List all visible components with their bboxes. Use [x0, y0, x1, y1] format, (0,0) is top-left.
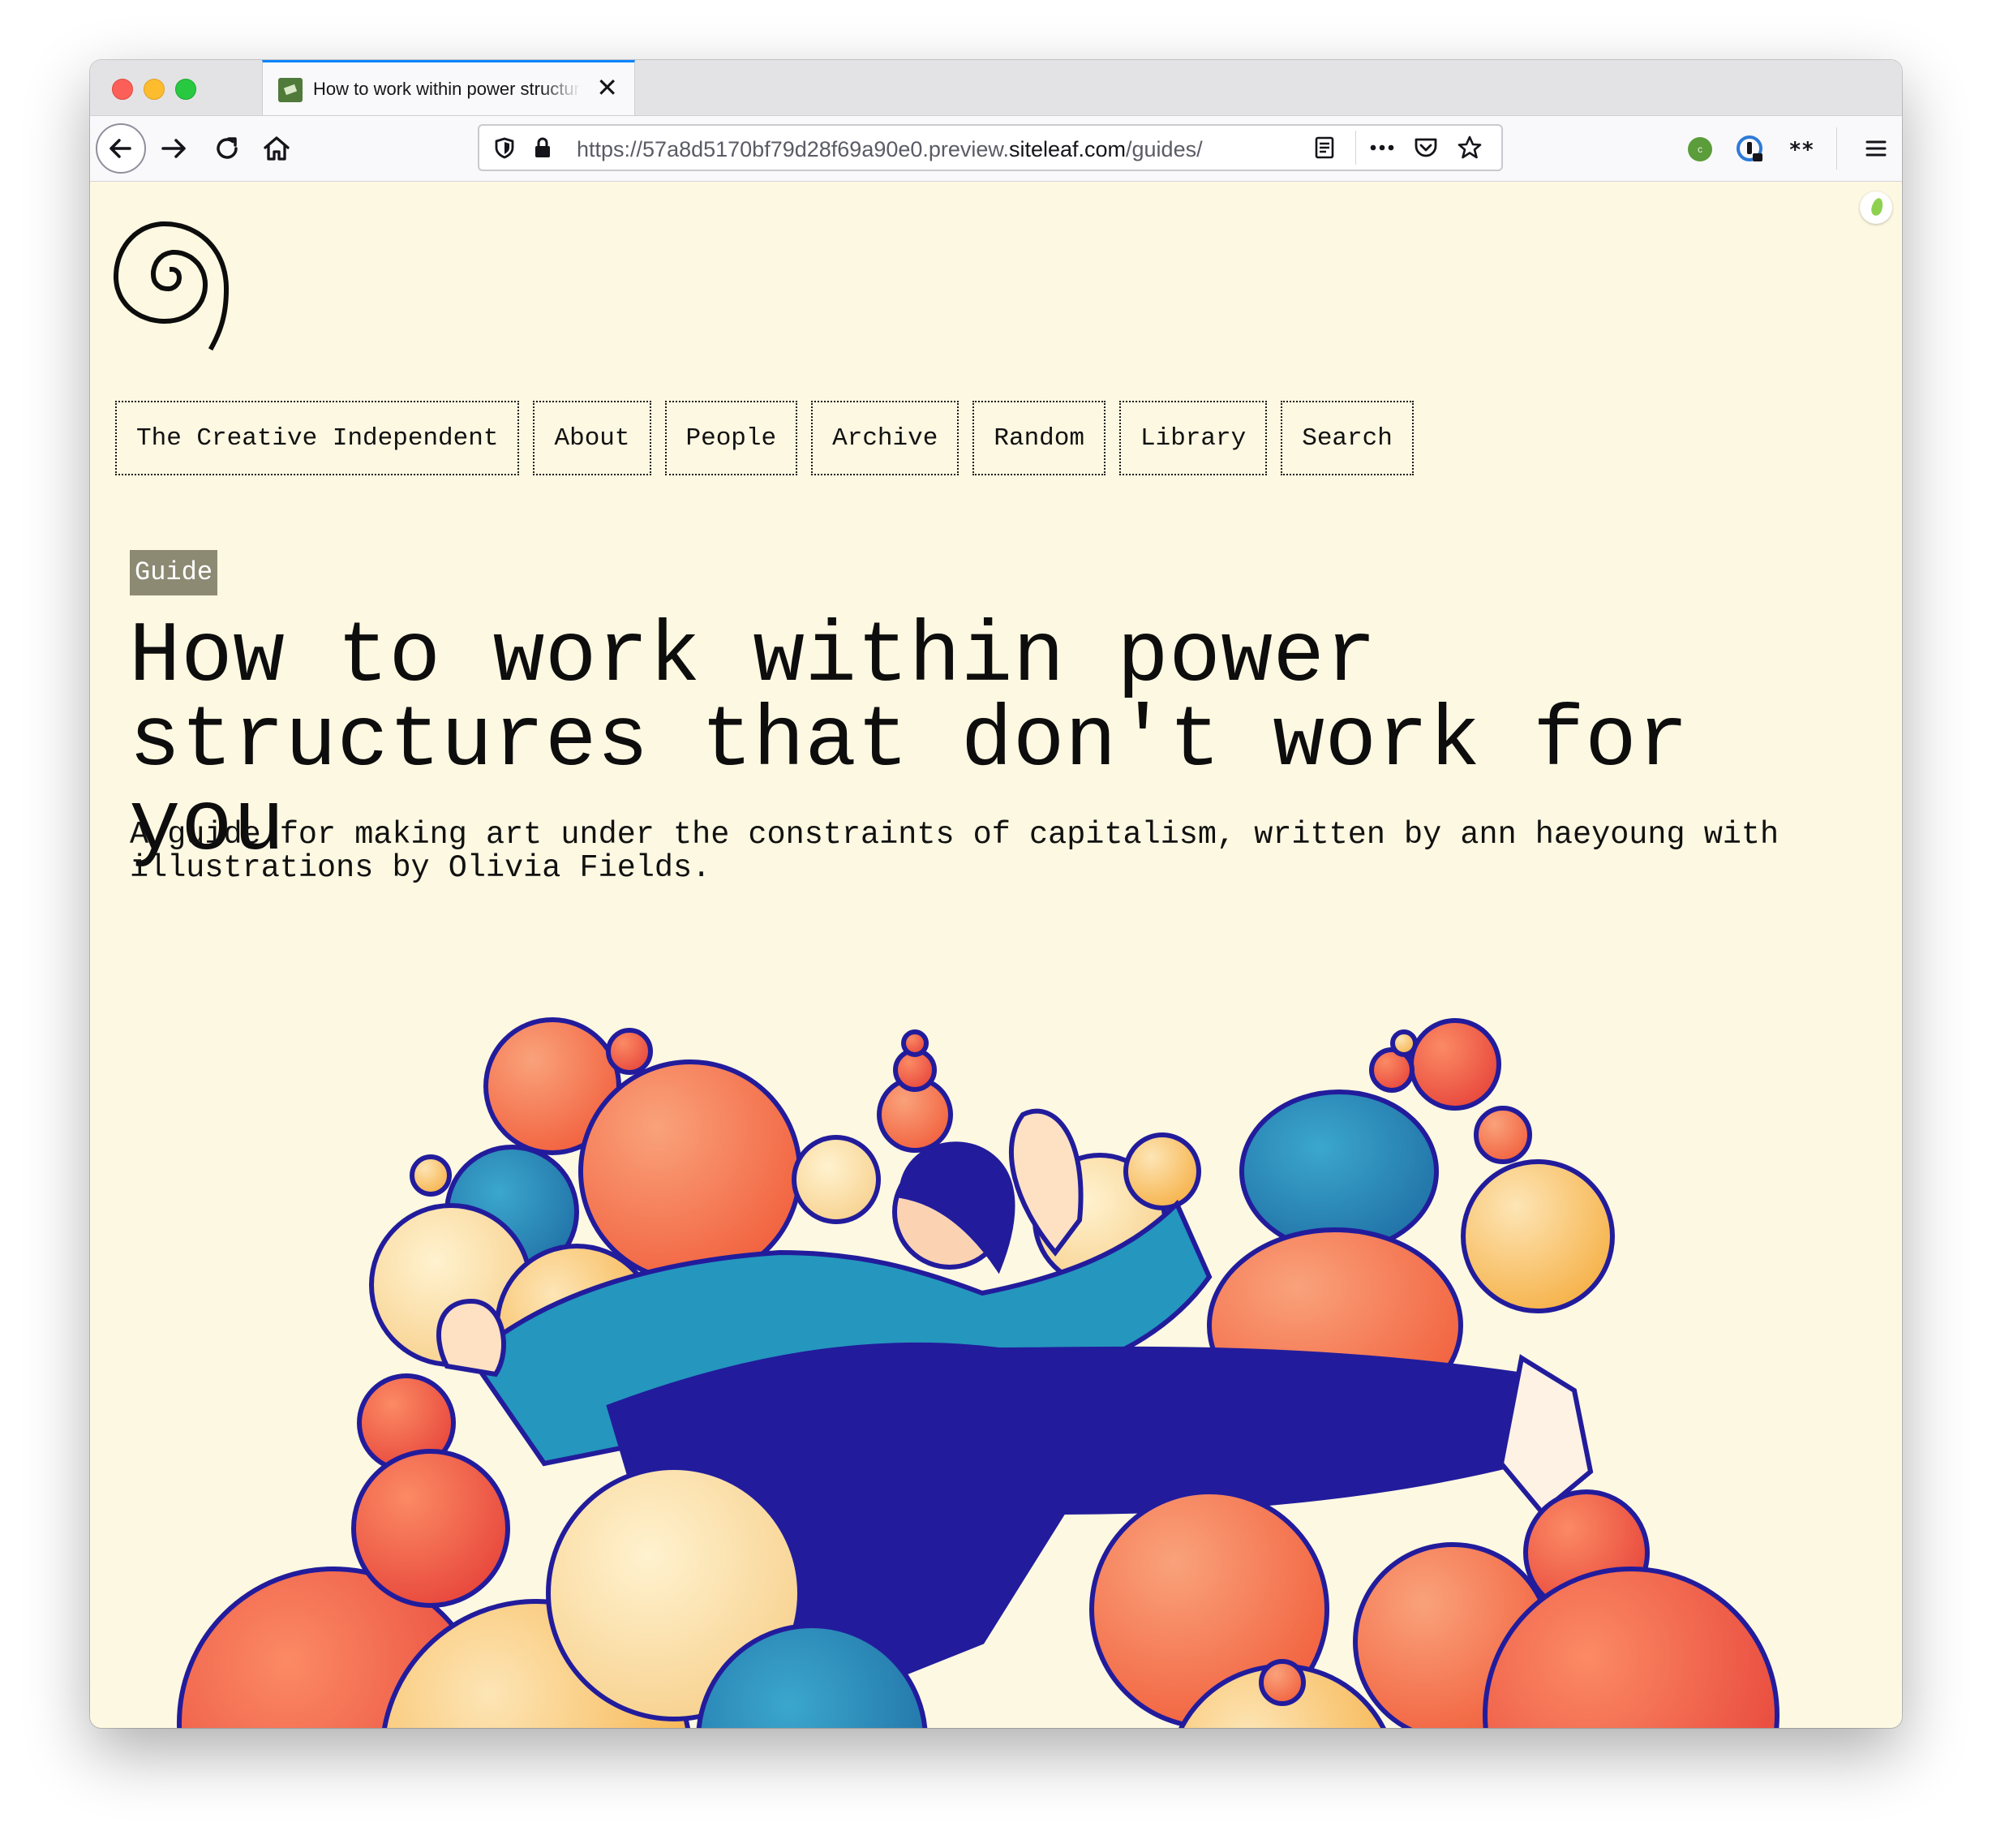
hero-illustration: [177, 1017, 1779, 1728]
back-arrow-icon: [109, 139, 131, 158]
url-bar-separator: [1355, 131, 1356, 165]
reader-view-icon[interactable]: [1312, 135, 1337, 161]
tab-strip: How to work within power structures that…: [90, 60, 1902, 116]
hamburger-menu-icon[interactable]: [1861, 134, 1891, 163]
site-navigation: The Creative Independent About People Ar…: [115, 401, 1414, 475]
forward-arrow-icon[interactable]: [157, 131, 192, 166]
svg-text:c: c: [1698, 144, 1702, 155]
lock-icon[interactable]: [531, 135, 554, 160]
navigation-toolbar: https://57a8d5170bf79d28f69a90e0.preview…: [90, 116, 1902, 182]
web-page: The Creative Independent About People Ar…: [90, 182, 1902, 1728]
star-bookmark-icon[interactable]: [1456, 134, 1483, 161]
spiral-logo-icon[interactable]: [108, 200, 294, 370]
url-text[interactable]: https://57a8d5170bf79d28f69a90e0.preview…: [577, 137, 1258, 162]
category-tag[interactable]: Guide: [130, 550, 218, 595]
browser-tab[interactable]: How to work within power structures that…: [262, 60, 635, 115]
article-subtitle: A guide for making art under the constra…: [130, 817, 1779, 886]
url-prefix: https://57a8d5170bf79d28f69a90e0.preview…: [577, 137, 1009, 161]
nav-item-home[interactable]: The Creative Independent: [115, 401, 520, 475]
nav-item-people[interactable]: People: [664, 401, 798, 475]
browser-window: How to work within power structures that…: [90, 60, 1902, 1728]
extension-1password-icon[interactable]: [1735, 134, 1766, 165]
back-button[interactable]: [96, 123, 146, 174]
window-zoom-button[interactable]: [175, 79, 196, 100]
window-minimize-button[interactable]: [144, 79, 165, 100]
url-bar[interactable]: https://57a8d5170bf79d28f69a90e0.preview…: [478, 124, 1503, 171]
svg-text:**: **: [1788, 138, 1814, 162]
extension-c-icon[interactable]: c: [1686, 135, 1714, 163]
extension-asterisk-icon[interactable]: **: [1787, 134, 1816, 163]
url-path: /guides/: [1126, 137, 1203, 161]
window-close-button[interactable]: [112, 79, 133, 100]
floating-leaf-icon[interactable]: [1860, 191, 1892, 224]
url-host: siteleaf.com: [1008, 137, 1127, 161]
more-actions-icon[interactable]: [1366, 135, 1398, 161]
nav-item-archive[interactable]: Archive: [811, 401, 960, 475]
favicon-icon: [278, 78, 303, 102]
nav-item-library[interactable]: Library: [1118, 401, 1268, 475]
home-icon[interactable]: [259, 131, 294, 166]
tab-title: How to work within power structures that…: [313, 79, 581, 99]
shield-icon[interactable]: [492, 135, 517, 160]
nav-item-search[interactable]: Search: [1281, 401, 1414, 475]
tab-close-icon[interactable]: ✕: [596, 73, 618, 102]
toolbar-separator: [1836, 127, 1837, 170]
nav-item-random[interactable]: Random: [972, 401, 1105, 475]
nav-item-about[interactable]: About: [533, 401, 651, 475]
pocket-icon[interactable]: [1412, 135, 1440, 161]
reload-icon[interactable]: [209, 131, 245, 166]
